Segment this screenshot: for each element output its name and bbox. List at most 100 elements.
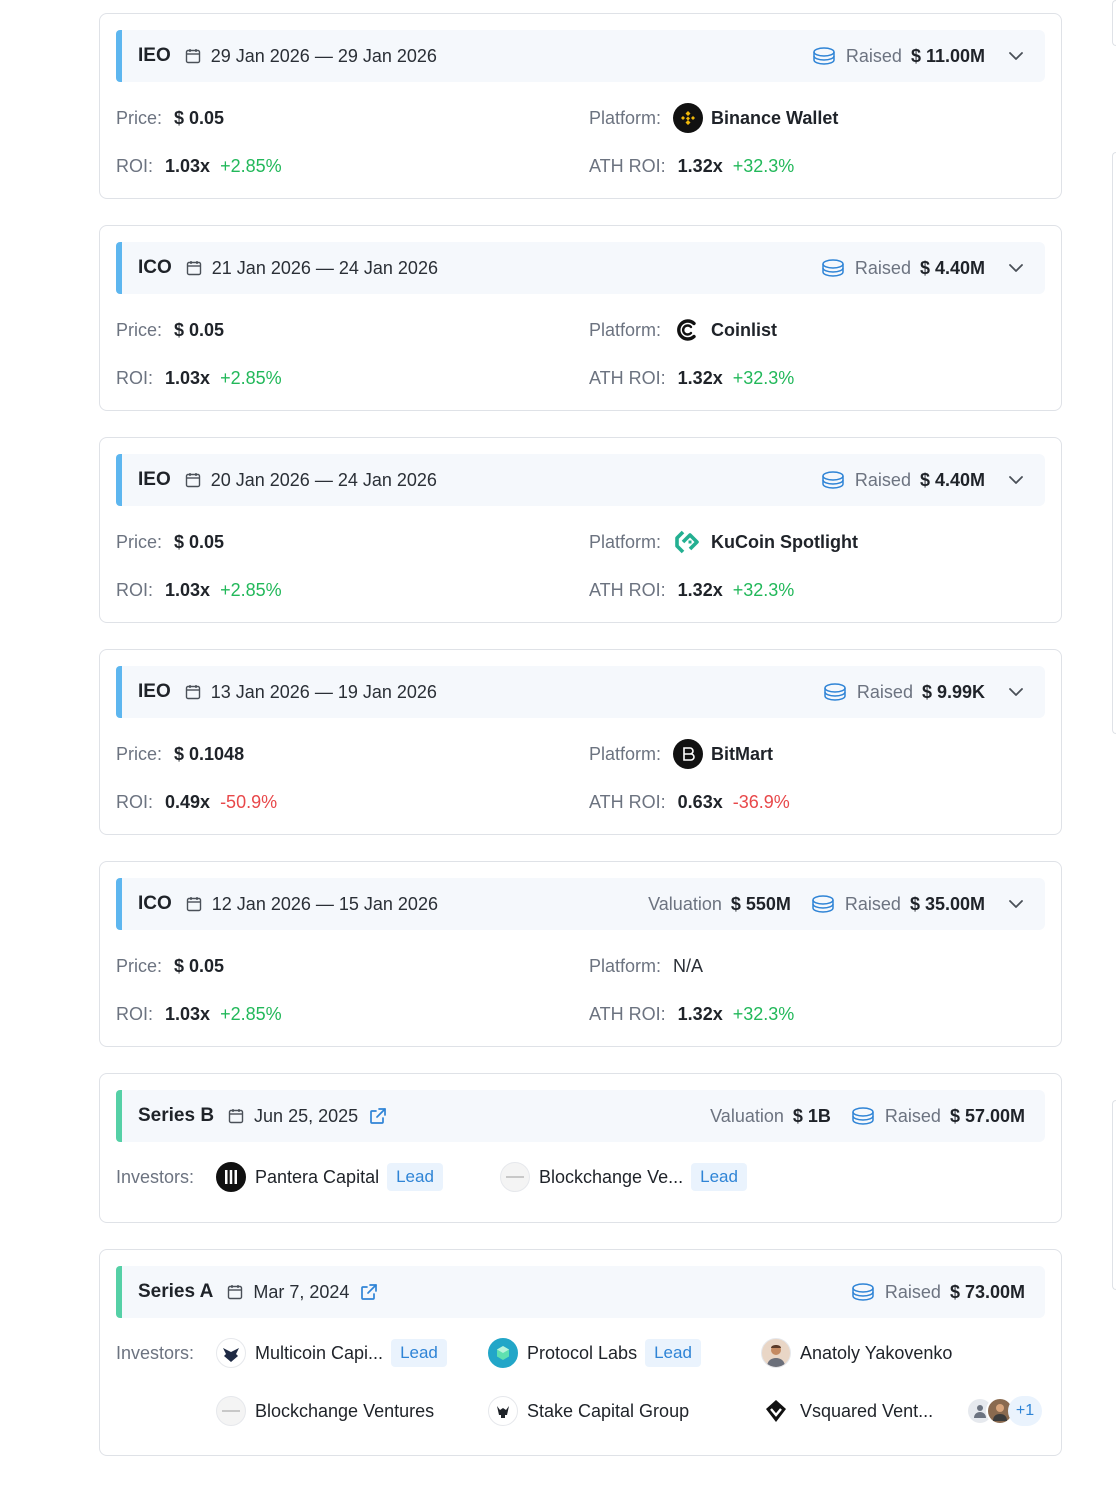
chevron-down-icon[interactable] [1005, 45, 1027, 67]
chevron-down-icon[interactable] [1005, 469, 1027, 491]
funding-round-card: ICO 12 Jan 2026 — 15 Jan 2026 Valuation … [99, 861, 1062, 1047]
investor-name[interactable]: Blockchange Ventures [255, 1401, 434, 1422]
roi-value: 1.03x [165, 579, 211, 600]
multicoin-logo-icon [216, 1338, 246, 1368]
investor-item[interactable]: Blockchange Ventures [216, 1394, 434, 1428]
funding-round-card: IEO 13 Jan 2026 — 19 Jan 2026 Raised $ 9… [99, 649, 1062, 835]
raised-amount: $ 4.40M [919, 257, 985, 278]
ath-roi-label: ATH ROI: [589, 579, 666, 600]
investors-label: Investors: [116, 1163, 194, 1191]
price-row: Price: $ 0.05 [116, 952, 224, 980]
investor-name[interactable]: Anatoly Yakovenko [800, 1343, 952, 1364]
investors-label: Investors: [116, 1339, 194, 1367]
ath-roi-value: 0.63x [677, 791, 723, 812]
raised-label: Raised [884, 1105, 941, 1126]
investor-item[interactable]: Anatoly Yakovenko [761, 1336, 952, 1370]
round-header[interactable]: IEO 13 Jan 2026 — 19 Jan 2026 Raised $ 9… [116, 666, 1045, 718]
round-header[interactable]: ICO 12 Jan 2026 — 15 Jan 2026 Valuation … [116, 878, 1045, 930]
roi-row: ROI: 1.03x +2.85% [116, 576, 282, 604]
platform-name[interactable]: BitMart [711, 744, 773, 765]
coins-icon [812, 46, 836, 66]
roi-label: ROI: [116, 1003, 154, 1024]
platform-label: Platform: [589, 743, 662, 764]
price-value: $ 0.05 [174, 107, 225, 128]
pantera-capital-logo-icon [216, 1162, 246, 1192]
raised-label: Raised [854, 469, 911, 490]
lead-badge: Lead [645, 1339, 701, 1367]
adjacent-panel-edge [1112, 152, 1116, 734]
investor-item[interactable]: Protocol Labs Lead [488, 1336, 701, 1370]
raised-label: Raised [856, 681, 913, 702]
more-count: +1 [1008, 1396, 1042, 1426]
investor-name[interactable]: Stake Capital Group [527, 1401, 689, 1422]
round-header[interactable]: IEO 29 Jan 2026 — 29 Jan 2026 Raised $ 1… [116, 30, 1045, 82]
coins-icon [851, 1282, 875, 1302]
round-type: ICO [138, 893, 172, 914]
price-row: Price: $ 0.05 [116, 316, 224, 344]
round-header[interactable]: ICO 21 Jan 2026 — 24 Jan 2026 Raised $ 4… [116, 242, 1045, 294]
investor-item[interactable]: Vsquared Vent... [761, 1394, 933, 1428]
valuation-label: Valuation [648, 893, 722, 914]
price-value: $ 0.05 [174, 319, 225, 340]
external-link-icon[interactable] [359, 1282, 379, 1302]
anatoly-avatar [761, 1338, 791, 1368]
price-label: Price: [116, 107, 163, 128]
roi-row: ROI: 0.49x -50.9% [116, 788, 277, 816]
coins-icon [823, 682, 847, 702]
round-date: Mar 7, 2024 [253, 1281, 350, 1302]
ath-roi-percent: -36.9% [732, 791, 790, 812]
roi-value: 1.03x [165, 155, 211, 176]
ath-roi-label: ATH ROI: [589, 367, 666, 388]
round-type: ICO [138, 257, 172, 278]
round-date: Jun 25, 2025 [254, 1105, 359, 1126]
ath-roi-value: 1.32x [677, 579, 723, 600]
platform-row: Platform: Coinlist [589, 315, 777, 345]
round-dates: 12 Jan 2026 — 15 Jan 2026 [211, 893, 438, 914]
ath-roi-percent: +32.3% [732, 579, 795, 600]
raised-label: Raised [854, 257, 911, 278]
valuation-amount: $ 550M [730, 893, 791, 914]
chevron-down-icon[interactable] [1005, 893, 1027, 915]
platform-name: N/A [673, 955, 704, 976]
platform-name[interactable]: KuCoin Spotlight [711, 532, 858, 553]
round-header[interactable]: IEO 20 Jan 2026 — 24 Jan 2026 Raised $ 4… [116, 454, 1045, 506]
round-type: IEO [138, 45, 171, 66]
valuation-label: Valuation [710, 1105, 784, 1126]
price-value: $ 0.05 [174, 531, 225, 552]
more-investors-badge[interactable]: +1 [966, 1396, 1042, 1426]
calendar-icon [228, 1108, 244, 1124]
investor-item[interactable]: Pantera Capital Lead [216, 1160, 443, 1194]
stake-capital-logo-icon [488, 1396, 518, 1426]
round-header: Series A Mar 7, 2024 Raised $ 73.00M [116, 1266, 1045, 1318]
price-row: Price: $ 0.05 [116, 104, 224, 132]
investor-name[interactable]: Protocol Labs [527, 1343, 637, 1364]
raised-amount: $ 73.00M [949, 1281, 1025, 1302]
calendar-icon [185, 684, 201, 700]
investor-item[interactable]: Multicoin Capi... Lead [216, 1336, 447, 1370]
investors-label-text: Investors: [116, 1166, 195, 1187]
platform-row: Platform: Binance Wallet [589, 103, 838, 133]
ath-roi-value: 1.32x [677, 367, 723, 388]
raised-amount: $ 4.40M [919, 469, 985, 490]
vsquared-logo-icon [761, 1396, 791, 1426]
investor-name[interactable]: Pantera Capital [255, 1167, 379, 1188]
calendar-icon [186, 896, 202, 912]
roi-row: ROI: 1.03x +2.85% [116, 364, 282, 392]
chevron-down-icon[interactable] [1005, 257, 1027, 279]
investor-name[interactable]: Vsquared Vent... [800, 1401, 933, 1422]
bitmart-logo-icon [673, 739, 704, 769]
investor-item[interactable]: Blockchange Ve... Lead [500, 1160, 747, 1194]
adjacent-panel-edge [1112, 0, 1116, 46]
coins-icon [851, 1106, 875, 1126]
investor-name[interactable]: Blockchange Ve... [539, 1167, 683, 1188]
platform-row: Platform: BitMart [589, 739, 773, 769]
round-header: Series B Jun 25, 2025 Valuation $ 1B Rai… [116, 1090, 1045, 1142]
platform-name[interactable]: Binance Wallet [711, 108, 838, 129]
investor-name[interactable]: Multicoin Capi... [255, 1343, 383, 1364]
investor-item[interactable]: Stake Capital Group [488, 1394, 689, 1428]
platform-name[interactable]: Coinlist [711, 320, 777, 341]
external-link-icon[interactable] [368, 1106, 388, 1126]
ath-roi-row: ATH ROI: 0.63x -36.9% [589, 788, 790, 816]
chevron-down-icon[interactable] [1005, 681, 1027, 703]
ath-roi-row: ATH ROI: 1.32x +32.3% [589, 576, 794, 604]
